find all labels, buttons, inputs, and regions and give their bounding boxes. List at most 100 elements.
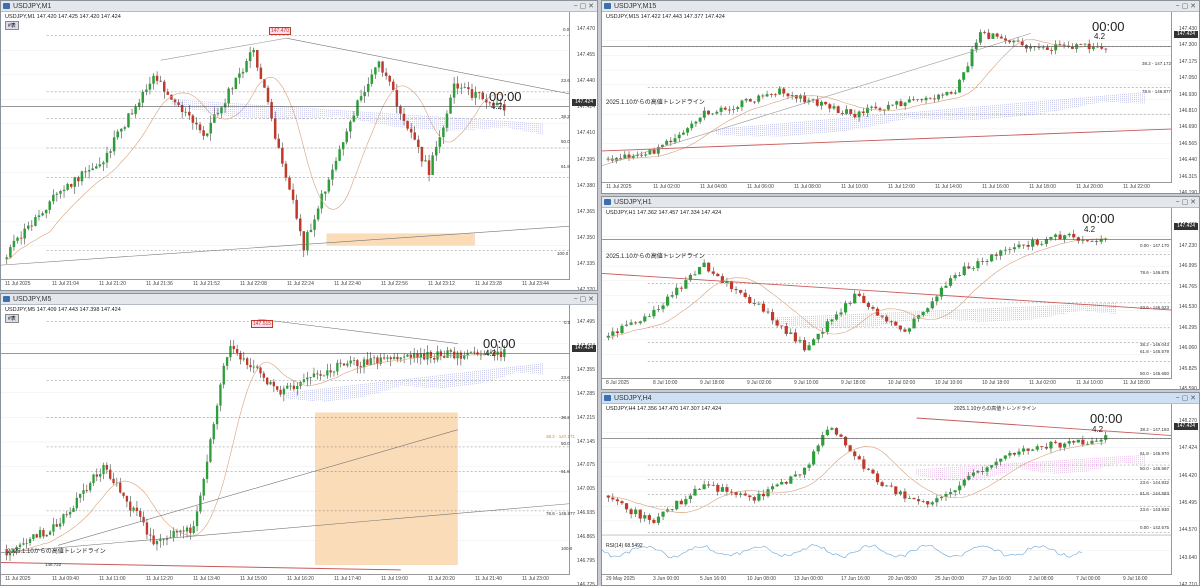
- candle: [252, 50, 255, 53]
- candle: [675, 500, 679, 510]
- candle: [861, 111, 865, 114]
- candle: [152, 75, 155, 84]
- chart-window-m5[interactable]: USDJPY,M5 − ▢ ✕ USDJPY,M5 147.409 147.44…: [0, 293, 598, 586]
- candle: [907, 328, 912, 332]
- window-titlebar[interactable]: USDJPY,M1 − ▢ ✕: [1, 1, 597, 12]
- candle: [958, 79, 961, 93]
- price-tick: 143.640: [1178, 554, 1197, 561]
- candle: [159, 80, 162, 82]
- candle: [155, 75, 159, 81]
- window-controls[interactable]: − ▢ ✕: [574, 1, 594, 12]
- chart-window-h1[interactable]: USDJPY,H1 − ▢ ✕ USDJPY,H1 147.362 147.45…: [601, 196, 1200, 390]
- candle: [80, 171, 84, 182]
- candle: [356, 360, 359, 367]
- candle: [48, 201, 51, 210]
- window-titlebar[interactable]: USDJPY,M15 − ▢ ✕: [602, 1, 1199, 12]
- candle: [775, 484, 779, 487]
- window-controls[interactable]: − ▢ ✕: [574, 294, 594, 305]
- candle: [830, 428, 834, 430]
- time-tick: 11 Jul 2025: [5, 281, 31, 287]
- candle: [874, 106, 878, 109]
- candle: [1058, 44, 1062, 45]
- candle: [994, 254, 998, 256]
- candle: [322, 375, 326, 377]
- candle: [677, 134, 681, 139]
- candle: [41, 213, 44, 216]
- candle: [370, 74, 374, 84]
- ohlc-info: USDJPY,M15 147.422 147.443 147.377 147.4…: [606, 14, 725, 20]
- time-tick: 20 Jun 08:00: [888, 576, 917, 582]
- fib-level-label: 0.0: [564, 320, 571, 325]
- candle: [220, 107, 223, 114]
- candle: [798, 474, 802, 476]
- candle: [259, 367, 262, 374]
- candle: [98, 164, 102, 167]
- candle: [958, 485, 962, 491]
- time-axis[interactable]: 8 Jul 2025 8 Jul 10:00 9 Jul 18:00 9 Jul 02…: [602, 378, 1172, 389]
- window-controls[interactable]: − ▢ ✕: [1176, 197, 1196, 208]
- candle: [1053, 234, 1058, 237]
- window-controls[interactable]: − ▢ ✕: [1176, 393, 1196, 404]
- candle: [702, 484, 706, 490]
- price-axis[interactable]: 147.430147.230146.995146.765146.530146.2…: [1171, 208, 1199, 389]
- candle: [446, 350, 449, 358]
- candle: [309, 377, 312, 379]
- chart-window-m15[interactable]: USDJPY,M15 − ▢ ✕ USDJPY,M15 147.422 147.…: [601, 0, 1200, 194]
- candle: [68, 511, 72, 515]
- candle: [122, 492, 125, 496]
- candle: [807, 464, 811, 468]
- time-tick: 11 Jul 22:40: [334, 281, 361, 287]
- window-titlebar[interactable]: USDJPY,H1 − ▢ ✕: [602, 197, 1199, 208]
- price-tick: 146.315: [1178, 173, 1197, 180]
- price-tick: 147.075: [576, 462, 595, 469]
- price-tick: 147.215: [576, 414, 595, 421]
- price-axis[interactable]: 147.430 147.300 147.175 147.050 146.930 146.8…: [1171, 12, 1199, 193]
- price-chart[interactable]: [602, 404, 1174, 577]
- candle: [409, 354, 412, 358]
- price-tick: 146.810: [1178, 108, 1197, 114]
- candle: [442, 127, 445, 138]
- candle: [1004, 38, 1007, 41]
- candle: [843, 436, 848, 446]
- time-axis[interactable]: 11 Jul 2025 11 Jul 09:40 11 Jul 11:00 11 Ju…: [1, 574, 570, 585]
- candle: [120, 128, 123, 132]
- candle: [184, 111, 187, 113]
- candle: [436, 351, 439, 360]
- time-axis[interactable]: 11 Jul 2025 11 Jul 02:00 11 Jul 04:00 11 Ju…: [602, 182, 1172, 193]
- price-chart[interactable]: [1, 12, 572, 282]
- candle: [790, 95, 794, 97]
- fib-level-label: 61.8: [561, 469, 570, 474]
- candle: [284, 163, 288, 178]
- candle: [761, 493, 766, 497]
- candle: [1072, 441, 1076, 443]
- price-tick: 147.495: [576, 319, 595, 325]
- price-axis[interactable]: 147.470 147.455 147.440 147.424 147.410 147.3…: [569, 12, 597, 290]
- candle: [912, 498, 916, 500]
- chart-window-m1[interactable]: USDJPY,M1 − ▢ ✕ USDJPY,M1 147.420 147.42…: [0, 0, 598, 291]
- candle: [711, 484, 715, 486]
- candle: [757, 95, 761, 102]
- price-axis[interactable]: 148.270 147.424 146.420 145.495 144.570 143.6…: [1171, 404, 1199, 585]
- candle: [853, 451, 857, 457]
- chart-window-h4[interactable]: USDJPY,H4 − ▢ ✕ USDJPY,H4 147.356 147.47…: [601, 392, 1200, 586]
- time-tick: 11 Jul 09:40: [52, 576, 79, 582]
- candle: [102, 464, 105, 474]
- candle: [693, 488, 697, 496]
- current-price-tag: 147.424: [572, 345, 596, 352]
- candle: [1035, 446, 1039, 450]
- candle: [198, 124, 202, 131]
- ohlc-info: USDJPY,H1 147.362 147.457 147.334 147.42…: [606, 210, 722, 216]
- time-axis[interactable]: 29 May 2025 3 Jun 00:00 5 Jun 16:00 10 Jun …: [602, 574, 1172, 585]
- candle: [234, 77, 238, 90]
- candle: [949, 92, 953, 94]
- candle: [978, 32, 982, 43]
- candle: [116, 131, 119, 138]
- time-axis[interactable]: 11 Jul 2025 11 Jul 21:04 11 Jul 21:20 11 Ju…: [1, 279, 570, 290]
- candle: [773, 94, 777, 96]
- window-titlebar[interactable]: USDJPY,H4 − ▢ ✕: [602, 393, 1199, 404]
- candle: [862, 459, 866, 469]
- candle: [109, 469, 112, 479]
- candle: [291, 189, 295, 200]
- window-controls[interactable]: − ▢ ✕: [1176, 1, 1196, 12]
- window-titlebar[interactable]: USDJPY,M5 − ▢ ✕: [1, 294, 597, 305]
